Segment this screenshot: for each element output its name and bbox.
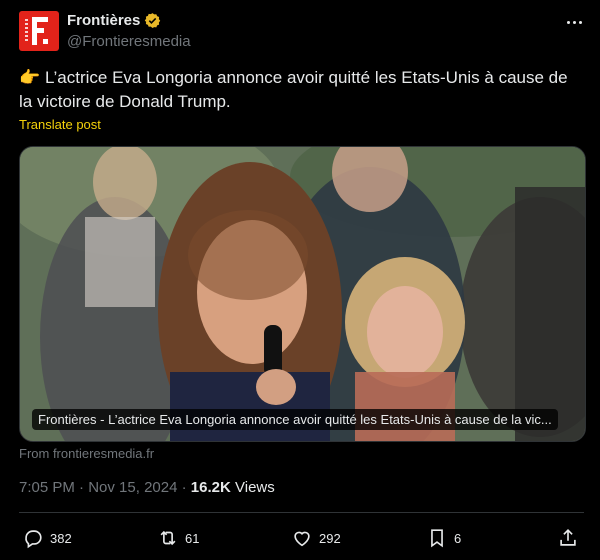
- bookmark-count: 6: [454, 530, 462, 546]
- repost-button[interactable]: 61: [157, 522, 199, 554]
- post-time[interactable]: 7:05 PM: [19, 479, 75, 496]
- avatar[interactable]: [19, 11, 59, 51]
- share-button[interactable]: [557, 522, 579, 554]
- share-icon: [560, 529, 576, 546]
- link-card[interactable]: Frontières - L’actrice Eva Longoria anno…: [19, 146, 586, 442]
- heart-icon: [294, 531, 310, 547]
- views-count: 16.2K: [190, 479, 231, 496]
- repost-icon: [160, 530, 176, 546]
- post-body: L’actrice Eva Longoria annonce avoir qui…: [19, 68, 568, 111]
- post: Frontières @Frontieresmedia 👉 L’actrice E…: [0, 0, 600, 560]
- reply-button[interactable]: 382: [22, 522, 72, 554]
- post-text: 👉 L’actrice Eva Longoria annonce avoir qu…: [19, 66, 584, 114]
- reply-count: 382: [50, 530, 72, 546]
- action-bar: 382 61 292 6: [19, 522, 584, 554]
- translate-post-link[interactable]: Translate post: [19, 117, 101, 132]
- more-options-icon[interactable]: [560, 12, 588, 32]
- card-source-link[interactable]: From frontieresmedia.fr: [19, 446, 154, 461]
- reply-icon: [25, 530, 42, 549]
- views-label: Views: [235, 479, 275, 496]
- author-handle[interactable]: @Frontieresmedia: [67, 33, 191, 50]
- post-date[interactable]: Nov 15, 2024: [88, 479, 177, 496]
- author-row: Frontières: [67, 12, 161, 29]
- card-photo: [20, 147, 585, 441]
- like-button[interactable]: 292: [291, 522, 341, 554]
- meta-separator: ·: [181, 479, 187, 496]
- like-count: 292: [319, 530, 341, 546]
- card-caption: Frontières - L’actrice Eva Longoria anno…: [32, 409, 558, 430]
- verified-badge-icon[interactable]: [144, 12, 161, 29]
- bookmark-icon: [431, 529, 443, 548]
- repost-count: 61: [185, 530, 200, 546]
- meta-separator: ·: [79, 479, 85, 496]
- bookmark-button[interactable]: 6: [426, 522, 461, 554]
- pointing-hand-icon: 👉: [19, 68, 41, 87]
- author-name[interactable]: Frontières: [67, 12, 140, 29]
- post-meta: 7:05 PM · Nov 15, 2024 · 16.2K Views: [19, 479, 275, 496]
- divider: [19, 512, 584, 513]
